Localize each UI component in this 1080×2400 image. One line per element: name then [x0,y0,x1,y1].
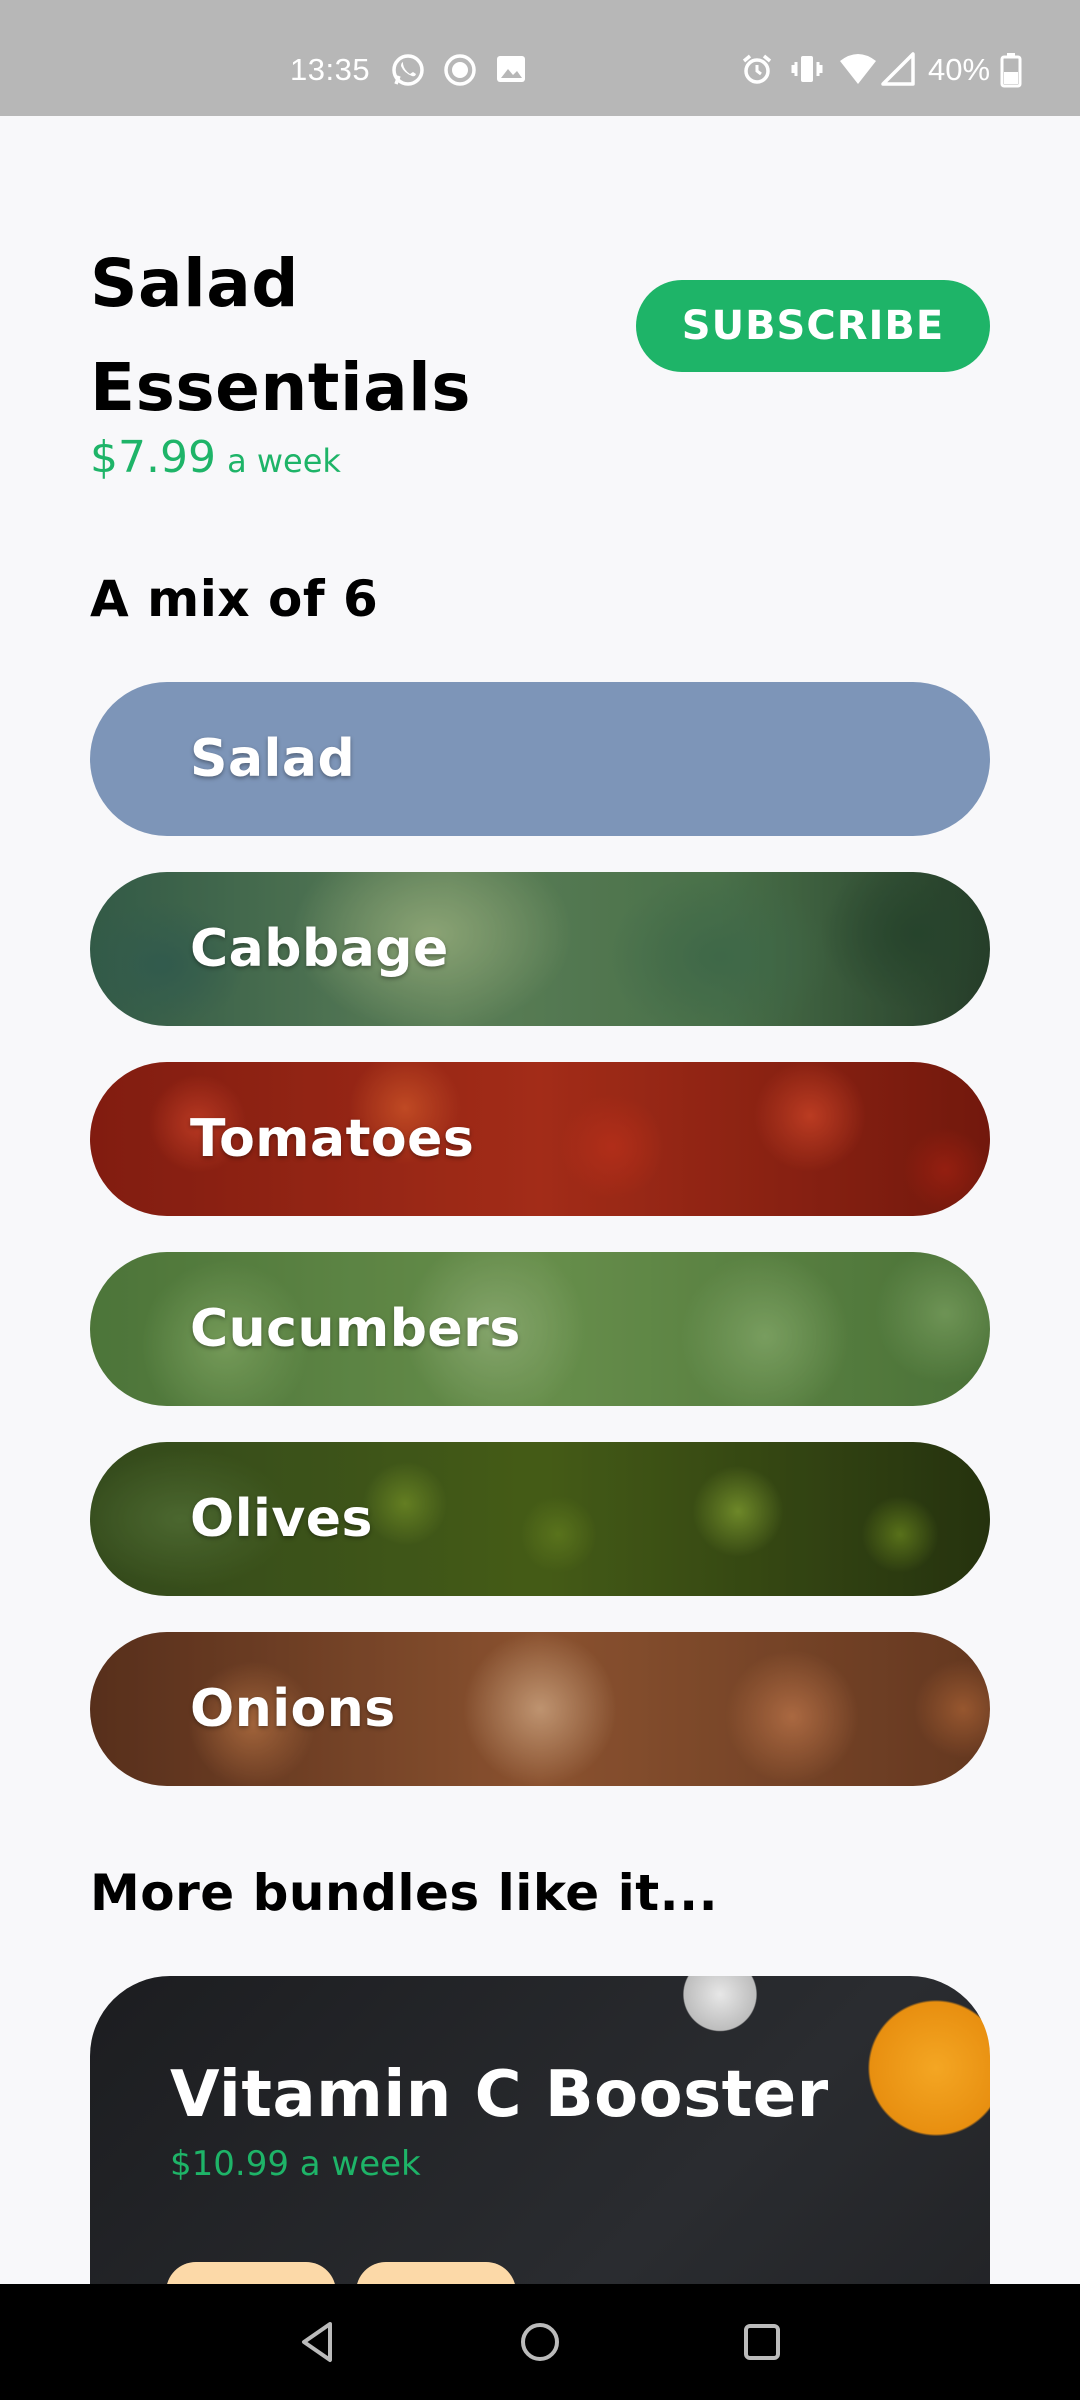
vibrate-icon [791,56,823,82]
mix-item-onions[interactable]: Onions [90,1632,990,1786]
mix-item-label: Cabbage [190,919,449,979]
battery-icon [1000,53,1022,88]
price-period: a week [227,442,341,480]
mix-item-cabbage[interactable]: Cabbage [90,872,990,1026]
alarm-icon [742,54,772,84]
system-nav-bar [0,2284,1080,2400]
mix-item-tomatoes[interactable]: Tomatoes [90,1062,990,1216]
wifi-icon [840,54,876,84]
mix-item-olives[interactable]: Olives [90,1442,990,1596]
more-bundles-heading: More bundles like it... [90,1864,719,1922]
bundle-card-title: Vitamin C Booster [170,2058,829,2132]
mix-item-salad[interactable]: Salad [90,682,990,836]
subscribe-button[interactable]: SUBSCRIBE [636,280,990,372]
mix-item-cucumbers[interactable]: Cucumbers [90,1252,990,1406]
record-icon [444,54,476,86]
mix-heading: A mix of 6 [90,570,379,628]
price-value: $7.99 [90,432,216,483]
bundle-card-price: $10.99 a week [170,2144,421,2184]
mix-item-label: Cucumbers [190,1299,521,1359]
mix-item-label: Salad [190,729,356,789]
image-icon [497,56,525,82]
mix-item-label: Olives [190,1489,373,1549]
mix-item-label: Onions [190,1679,396,1739]
status-bar: 13:35 40% [0,0,1080,116]
signal-icon [881,52,915,86]
bundle-price-line: $7.99 a week [90,432,341,483]
status-time: 13:35 [290,52,371,87]
back-icon[interactable] [290,2314,346,2370]
recents-icon[interactable] [734,2314,790,2370]
home-icon[interactable] [512,2314,568,2370]
whatsapp-icon [392,54,424,86]
mix-item-label: Tomatoes [190,1109,475,1169]
battery-percent: 40% [928,52,991,87]
page-title: Salad Essentials [90,245,472,426]
